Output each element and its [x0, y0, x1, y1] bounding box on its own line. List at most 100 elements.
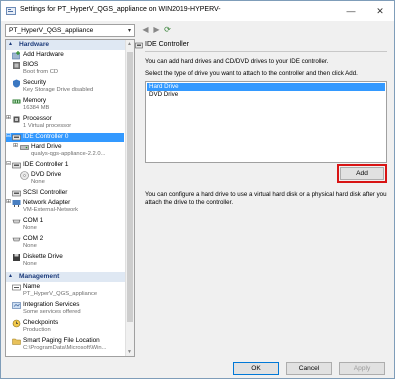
refresh-button[interactable]: ⟳ — [161, 24, 174, 37]
scroll-down-icon[interactable]: ▼ — [127, 349, 132, 355]
chevron-down-icon: ▾ — [127, 28, 131, 34]
tree-item-sub: qualys-qgs-appliance-2.2.0... — [31, 151, 106, 157]
network-adapter-icon — [12, 200, 21, 207]
checkpoint-icon — [12, 319, 21, 328]
tree-item-security[interactable]: Security Key Storage Drive disabled — [6, 79, 124, 96]
collapse-icon: ▴ — [9, 41, 13, 47]
panel-description: You can add hard drives and CD/DVD drive… — [145, 58, 329, 65]
tree-item-label: BIOS — [23, 61, 39, 68]
memory-icon — [12, 99, 21, 104]
diskette-icon — [13, 254, 20, 261]
tree-item-sub: None — [23, 243, 37, 249]
tree-item-label: Diskette Drive — [23, 253, 63, 260]
folder-icon — [12, 338, 21, 345]
tree-item-sub: Boot from CD — [23, 69, 59, 75]
tree-item-scsi-controller[interactable]: SCSI Controller — [6, 189, 124, 198]
tree-item-com-2[interactable]: COM 2 None — [6, 235, 124, 252]
tree-item-label: Add Hardware — [23, 51, 64, 58]
tree-item-network-adapter[interactable]: ⊞ Network Adapter VM-External-Network — [6, 199, 124, 216]
tree-item-label: Name — [23, 283, 41, 290]
tree-item-smart-paging[interactable]: Smart Paging File Location C:\ProgramDat… — [6, 337, 124, 354]
navigation-buttons: ◀ ▶ ⟳ — [139, 24, 170, 37]
scsi-controller-icon — [12, 190, 21, 197]
minimize-button[interactable]: — — [337, 1, 365, 21]
ide-controller-icon — [12, 134, 21, 141]
ide-controller-icon — [12, 162, 21, 169]
tree-item-label: Integration Services — [23, 301, 80, 308]
hardware-section-label: Hardware — [19, 41, 50, 48]
hard-drive-icon — [20, 145, 29, 150]
integration-services-icon — [12, 302, 21, 309]
tree-item-add-hardware[interactable]: Add Hardware — [6, 51, 124, 60]
drive-type-option-hard-drive[interactable]: Hard Drive — [147, 83, 385, 91]
tree-item-name[interactable]: Name PT_HyperV_QGS_appliance — [6, 283, 124, 300]
tree-item-label: IDE Controller 0 — [23, 133, 69, 140]
tree-item-label: Hard Drive — [31, 143, 62, 150]
name-tag-icon — [12, 284, 21, 291]
ok-button[interactable]: OK — [233, 362, 279, 375]
expand-icon[interactable]: ⊞ — [13, 143, 19, 150]
tree-item-label: Memory — [23, 97, 47, 104]
tree-item-processor[interactable]: ⊞ Processor 1 Virtual processor — [6, 115, 124, 132]
management-section-label: Management — [19, 273, 60, 280]
bios-chip-icon — [13, 62, 20, 69]
tree-item-ide-controller-0[interactable]: ⊟ IDE Controller 0 — [6, 133, 124, 142]
tree-item-checkpoints[interactable]: Checkpoints Production — [6, 319, 124, 336]
tree-item-sub: C:\ProgramData\Microsoft\Win... — [23, 345, 107, 351]
tree-item-bios[interactable]: BIOS Boot from CD — [6, 61, 124, 78]
tree-item-label: SCSI Controller — [23, 189, 68, 196]
panel-title: IDE Controller — [145, 41, 189, 48]
tree-item-label: IDE Controller 1 — [23, 161, 69, 168]
tree-item-hard-drive[interactable]: ⊞ Hard Drive qualys-qgs-appliance-2.2.0.… — [6, 143, 124, 160]
drive-type-option-dvd-drive[interactable]: DVD Drive — [147, 91, 385, 99]
cancel-button[interactable]: Cancel — [286, 362, 332, 375]
close-button[interactable]: ✕ — [366, 1, 394, 21]
shield-icon — [13, 79, 20, 88]
settings-tree: ▴ Hardware Add Hardware BIOS Boot from C… — [5, 39, 135, 357]
tree-item-sub: VM-External-Network — [23, 207, 79, 213]
tree-item-sub: 16384 MB — [23, 105, 50, 111]
tree-item-label: DVD Drive — [31, 171, 62, 178]
settings-app-icon — [6, 7, 16, 15]
title-bar: Settings for PT_HyperV_QGS_appliance on … — [1, 1, 394, 21]
ide-controller-icon — [135, 42, 143, 49]
tree-item-sub: 1 Virtual processor — [23, 123, 72, 129]
panel-note: You can configure a hard drive to use a … — [145, 191, 387, 206]
collapse-icon: ▴ — [9, 273, 13, 279]
com-port-icon — [12, 237, 21, 242]
scroll-up-icon[interactable]: ▲ — [127, 41, 132, 47]
drive-type-list[interactable]: Hard Drive DVD Drive — [145, 81, 387, 163]
panel-instruction: Select the type of drive you want to att… — [145, 70, 358, 77]
hardware-section-header[interactable]: ▴ Hardware — [6, 40, 126, 50]
tree-item-ide-controller-1[interactable]: ⊟ IDE Controller 1 — [6, 161, 124, 170]
tree-item-label: Network Adapter — [23, 199, 71, 206]
settings-window: Settings for PT_HyperV_QGS_appliance on … — [0, 0, 395, 379]
apply-button[interactable]: Apply — [339, 362, 385, 375]
tree-item-label: Smart Paging File Location — [23, 337, 100, 344]
ide-controller-panel: IDE Controller You can add hard drives a… — [135, 39, 390, 357]
tree-item-sub: None — [31, 179, 45, 185]
tree-item-dvd-drive[interactable]: DVD Drive None — [6, 171, 124, 188]
tree-item-label: COM 2 — [23, 235, 44, 242]
add-button[interactable]: Add — [340, 167, 384, 180]
add-hardware-icon — [12, 51, 20, 60]
tree-item-label: COM 1 — [23, 217, 44, 224]
tree-item-diskette-drive[interactable]: Diskette Drive None — [6, 253, 124, 270]
tree-item-label: Processor — [23, 115, 52, 122]
tree-item-sub: None — [23, 225, 37, 231]
tree-item-memory[interactable]: Memory 16384 MB — [6, 97, 124, 114]
dvd-disc-icon — [20, 171, 29, 180]
management-section-header[interactable]: ▴ Management — [6, 272, 126, 282]
tree-item-sub: Some services offered — [23, 309, 81, 315]
panel-divider — [145, 51, 387, 52]
vm-selector[interactable]: PT_HyperV_QGS_appliance ▾ — [5, 24, 135, 37]
vm-selector-value: PT_HyperV_QGS_appliance — [9, 27, 94, 34]
tree-item-sub: Production — [23, 327, 51, 333]
window-title: Settings for PT_HyperV_QGS_appliance on … — [20, 6, 221, 13]
tree-item-integration-services[interactable]: Integration Services Some services offer… — [6, 301, 124, 318]
tree-item-sub: Key Storage Drive disabled — [23, 87, 94, 93]
scrollbar-thumb[interactable] — [127, 52, 133, 322]
tree-item-com-1[interactable]: COM 1 None — [6, 217, 124, 234]
tree-scrollbar[interactable]: ▲ ▼ — [125, 40, 134, 356]
tree-item-label: Security — [23, 79, 47, 86]
